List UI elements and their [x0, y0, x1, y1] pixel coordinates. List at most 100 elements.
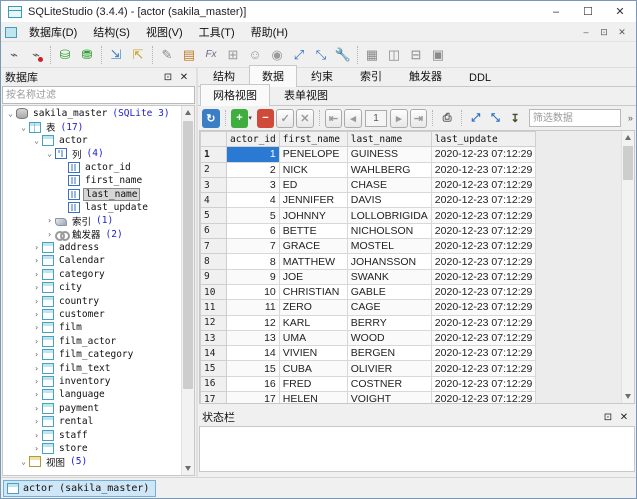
refresh-grid-icon[interactable]: ↻ — [202, 109, 220, 128]
tree-item[interactable]: ›address — [3, 241, 181, 254]
grid-cell[interactable]: 1 — [227, 147, 280, 162]
expander-icon[interactable]: ⌄ — [31, 136, 42, 145]
open-sql-editor-icon[interactable]: ✎ — [156, 44, 178, 66]
scroll-up-icon[interactable] — [622, 131, 635, 144]
grid-cell[interactable]: BERRY — [347, 315, 431, 330]
expander-icon[interactable]: › — [31, 444, 42, 453]
grid-cell[interactable]: 2020-12-23 07:12:29 — [431, 208, 536, 223]
tree-item[interactable]: ›customer — [3, 308, 181, 321]
grid-cell[interactable]: 2020-12-23 07:12:29 — [431, 254, 536, 269]
tab-indexes[interactable]: 索引 — [347, 65, 395, 86]
grid-cell[interactable]: 2020-12-23 07:12:29 — [431, 392, 536, 403]
grid-cell[interactable]: CHRISTIAN — [279, 284, 347, 299]
mdi-restore-button[interactable]: ⊡ — [596, 25, 612, 40]
grid-cell[interactable]: GRACE — [279, 239, 347, 254]
expander-icon[interactable]: › — [31, 364, 42, 373]
grid-cell[interactable]: 7 — [227, 239, 280, 254]
grid-cell[interactable]: VIVIEN — [279, 346, 347, 361]
row-header[interactable]: 9 — [201, 269, 227, 284]
tree-item[interactable]: ›film_category — [3, 348, 181, 361]
grid-cell[interactable]: 16 — [227, 376, 280, 391]
grid-cell[interactable]: 2020-12-23 07:12:29 — [431, 177, 536, 192]
tree-item[interactable]: ›language — [3, 388, 181, 401]
grid-cell[interactable]: 8 — [227, 254, 280, 269]
tree-item[interactable]: ›city — [3, 281, 181, 294]
grid-cell[interactable]: 2020-12-23 07:12:29 — [431, 147, 536, 162]
grid-cell[interactable]: GUINESS — [347, 147, 431, 162]
grid-cell[interactable]: VOIGHT — [347, 392, 431, 403]
extensions-icon[interactable]: ☺ — [244, 44, 266, 66]
configuration-icon[interactable]: 🔧 — [332, 44, 354, 66]
grid-cell[interactable]: GABLE — [347, 284, 431, 299]
tree-item[interactable]: ›索引(1) — [3, 214, 181, 227]
connect-icon[interactable]: ⌁ — [3, 44, 25, 66]
expander-icon[interactable]: › — [31, 431, 42, 440]
row-header[interactable]: 1 — [201, 147, 227, 162]
collapse-windows-icon[interactable]: ⤡ — [310, 44, 332, 66]
taskbar-window-button[interactable]: actor (sakila_master) — [3, 480, 156, 497]
dock-float-icon[interactable]: ⊡ — [600, 410, 616, 424]
expander-icon[interactable]: › — [31, 417, 42, 426]
plugins-icon[interactable]: ◉ — [266, 44, 288, 66]
expander-icon[interactable]: › — [31, 297, 42, 306]
grid-cell[interactable]: NICK — [279, 162, 347, 177]
grid-cell[interactable]: OLIVIER — [347, 361, 431, 376]
subtab-grid-view[interactable]: 网格视图 — [200, 84, 270, 106]
tree-item[interactable]: first_name — [3, 174, 181, 187]
grid-cell[interactable]: 2 — [227, 162, 280, 177]
tab-ddl[interactable]: DDL — [456, 69, 504, 86]
tree-item[interactable]: ›inventory — [3, 375, 181, 388]
last-page-icon[interactable]: ⇥ — [410, 109, 428, 128]
tile-windows-icon[interactable]: ▦ — [361, 44, 383, 66]
menu-item[interactable]: 视图(V) — [138, 22, 191, 42]
mdi-minimize-button[interactable]: – — [578, 25, 594, 40]
tree-item[interactable]: ›store — [3, 442, 181, 455]
grid-cell[interactable]: WOOD — [347, 330, 431, 345]
export-icon[interactable]: ⇱ — [127, 44, 149, 66]
tree-item[interactable]: ›category — [3, 268, 181, 281]
grid-cell[interactable]: 17 — [227, 392, 280, 403]
grid-cell[interactable]: FRED — [279, 376, 347, 391]
grid-cell[interactable]: DAVIS — [347, 193, 431, 208]
sort-dialog-icon[interactable]: ↧ — [506, 109, 524, 128]
collations-icon[interactable]: ⊞ — [222, 44, 244, 66]
row-header[interactable]: 11 — [201, 300, 227, 315]
row-header[interactable]: 13 — [201, 330, 227, 345]
delete-row-icon[interactable]: − — [257, 109, 275, 128]
title-bar[interactable]: SQLiteStudio (3.4.4) - [actor (sakila_ma… — [1, 1, 636, 23]
tab-triggers[interactable]: 触发器 — [396, 65, 455, 86]
expander-icon[interactable]: › — [31, 270, 42, 279]
print-icon[interactable]: ⎙ — [438, 109, 456, 128]
grid-cell[interactable]: KARL — [279, 315, 347, 330]
grid-cell[interactable]: 2020-12-23 07:12:29 — [431, 162, 536, 177]
tile-horizontally-icon[interactable]: ⊟ — [405, 44, 427, 66]
column-header-actor_id[interactable]: actor_id — [227, 132, 280, 147]
expander-icon[interactable]: ⌄ — [18, 123, 29, 132]
tree-item[interactable]: ›rental — [3, 415, 181, 428]
edit-database-icon[interactable]: ⛃ — [76, 44, 98, 66]
row-header[interactable]: 5 — [201, 208, 227, 223]
grid-cell[interactable]: JENNIFER — [279, 193, 347, 208]
tree-item[interactable]: ⌄actor — [3, 134, 181, 147]
expander-icon[interactable]: › — [31, 390, 42, 399]
tree-item[interactable]: ›staff — [3, 428, 181, 441]
row-header[interactable]: 3 — [201, 177, 227, 192]
grid-cell[interactable]: 11 — [227, 300, 280, 315]
grid-cell[interactable]: CHASE — [347, 177, 431, 192]
row-header[interactable]: 14 — [201, 346, 227, 361]
tree-item[interactable]: ›Calendar — [3, 254, 181, 267]
grid-cell[interactable]: ZERO — [279, 300, 347, 315]
page-number-input[interactable] — [365, 110, 387, 127]
disconnect-icon[interactable]: ⌁ — [25, 44, 47, 66]
tree-item[interactable]: ⌄sakila_master(SQLite 3) — [3, 107, 181, 120]
grid-cell[interactable]: 6 — [227, 223, 280, 238]
row-header[interactable]: 15 — [201, 361, 227, 376]
menu-item[interactable]: 结构(S) — [85, 22, 138, 42]
grid-cell[interactable]: NICHOLSON — [347, 223, 431, 238]
grid-cell[interactable]: JOE — [279, 269, 347, 284]
expander-icon[interactable]: › — [31, 377, 42, 386]
insert-row-icon[interactable]: + — [231, 109, 249, 128]
tree-item[interactable]: ›film_actor — [3, 335, 181, 348]
column-header-last_name[interactable]: last_name — [347, 132, 431, 147]
menu-item[interactable]: 帮助(H) — [243, 22, 296, 42]
